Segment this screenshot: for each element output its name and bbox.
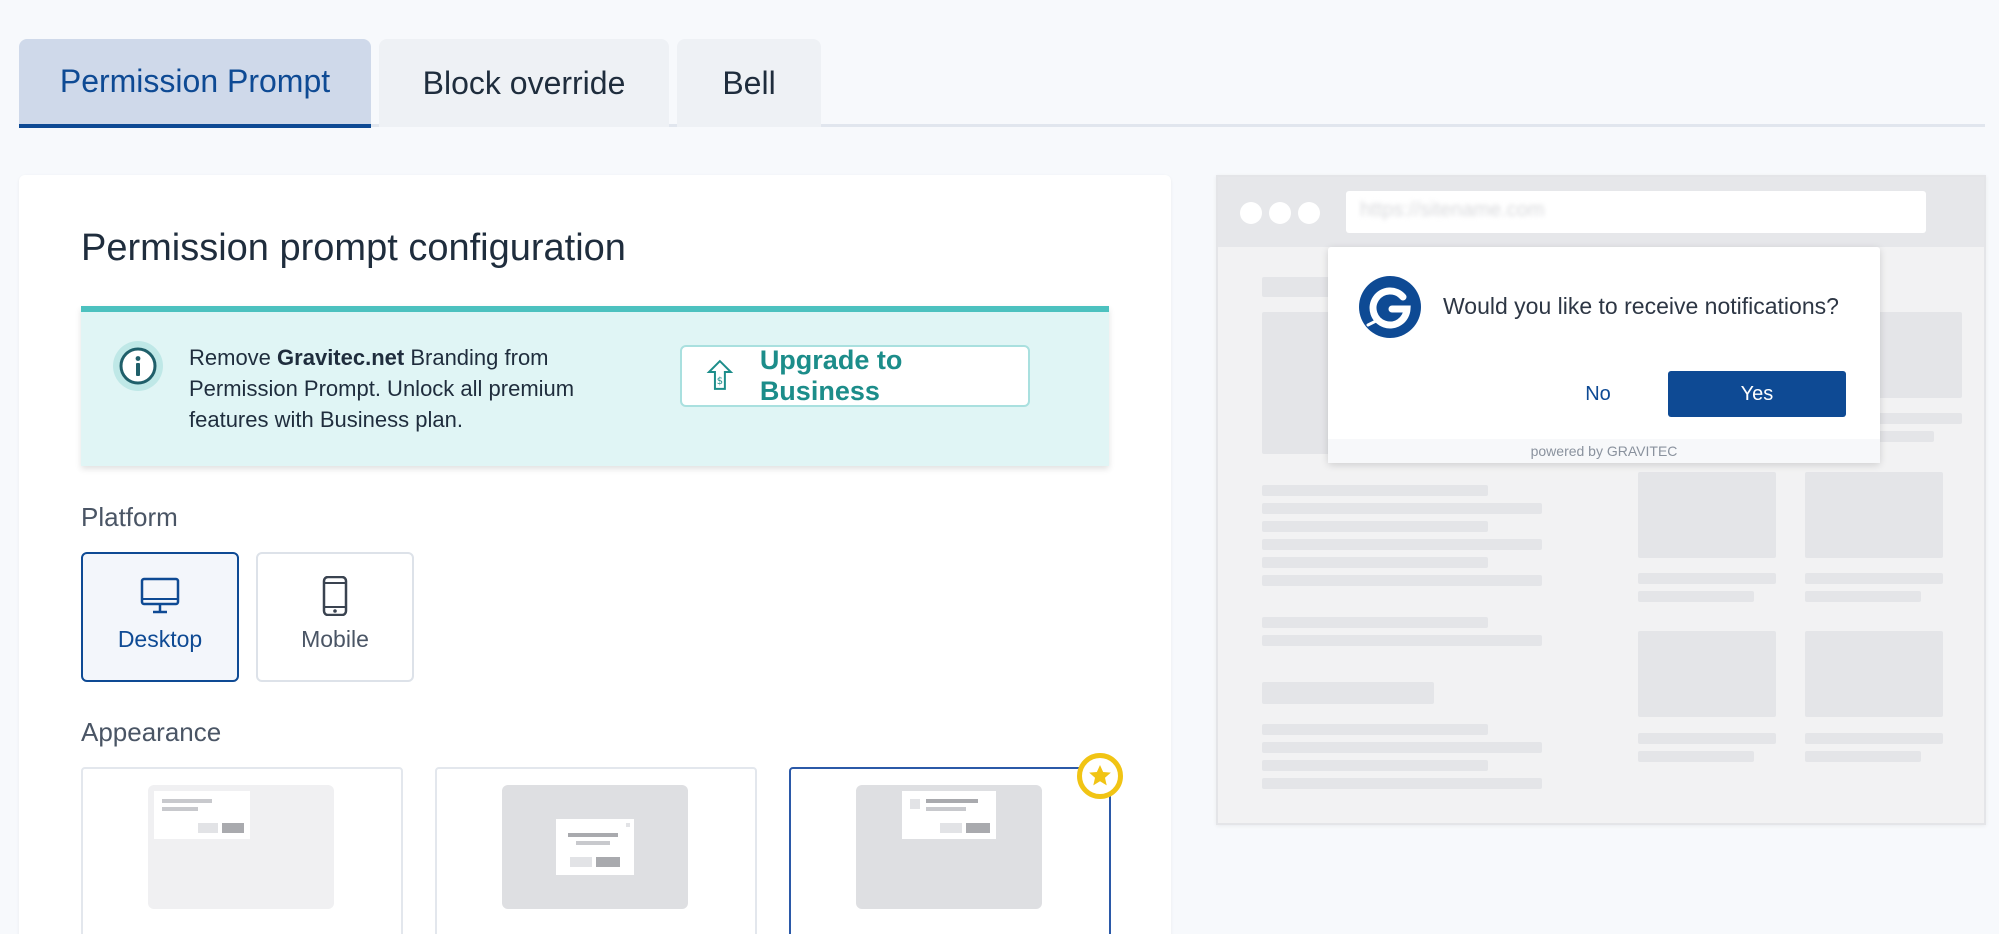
permission-prompt-dialog: Would you like to receive notifications?… (1328, 247, 1880, 463)
upgrade-to-business-button[interactable]: $ Upgrade to Business (680, 345, 1030, 407)
desktop-icon (140, 577, 180, 614)
browser-toolbar: https://sitename.com (1218, 177, 1984, 247)
platform-label: Platform (81, 502, 178, 532)
tab-permission-prompt[interactable]: Permission Prompt (19, 39, 371, 128)
upgrade-button-label: Upgrade to Business (759, 345, 903, 406)
platform-mobile-label: Mobile (301, 626, 369, 652)
prompt-question: Would you like to receive notifications? (1443, 293, 1839, 319)
tab-bell[interactable]: Bell (677, 39, 821, 127)
upgrade-banner: Remove Gravitec.net Branding from Permis… (81, 306, 1109, 466)
info-icon (113, 341, 163, 391)
mobile-icon (322, 576, 348, 616)
brand-name: Gravitec.net (277, 345, 405, 370)
window-dot-icon (1269, 202, 1291, 224)
platform-mobile-option[interactable]: Mobile (256, 552, 414, 682)
platform-desktop-label: Desktop (117, 626, 203, 652)
upgrade-arrow-icon: $ (706, 359, 734, 390)
gravitec-logo-icon (1359, 276, 1421, 338)
appearance-thumbnail (856, 785, 1042, 909)
platform-desktop-option[interactable]: Desktop (81, 552, 239, 682)
browser-preview: https://sitename.com Would you like to r… (1216, 175, 1986, 825)
tab-block-override[interactable]: Block override (379, 39, 669, 127)
address-bar: https://sitename.com (1346, 191, 1926, 233)
url-text: https://sitename.com (1360, 199, 1545, 221)
config-card: Permission prompt configuration Remove G… (19, 175, 1171, 934)
page-title: Permission prompt configuration (81, 227, 626, 269)
appearance-thumbnail (502, 785, 688, 909)
prompt-yes-button[interactable]: Yes (1668, 371, 1846, 417)
appearance-option-top-left[interactable] (81, 767, 403, 934)
appearance-option-top-center[interactable] (789, 753, 1123, 934)
tab-bar: Permission Prompt Block override Bell (19, 39, 1985, 128)
svg-text:$: $ (717, 376, 723, 387)
prompt-no-button[interactable]: No (1548, 371, 1648, 417)
appearance-label: Appearance (81, 717, 222, 747)
window-dot-icon (1240, 202, 1262, 224)
appearance-thumbnail (148, 785, 334, 909)
powered-by-footer: powered by GRAVITEC (1328, 439, 1880, 463)
banner-text: Remove Gravitec.net Branding from Permis… (189, 345, 575, 432)
appearance-option-center[interactable] (435, 767, 757, 934)
star-icon (1077, 753, 1123, 799)
window-dot-icon (1298, 202, 1320, 224)
